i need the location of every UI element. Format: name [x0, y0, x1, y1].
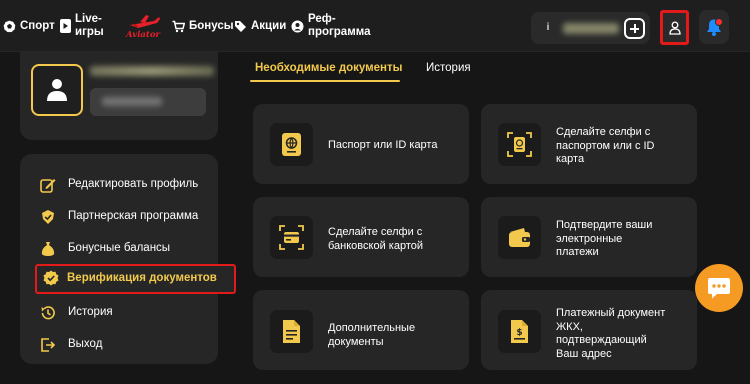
- aviator-logo-text: Aviator: [126, 30, 160, 40]
- notifications-button[interactable]: [699, 10, 729, 44]
- doc-card-selfie-bank-card[interactable]: Сделайте селфи с банковской картой: [253, 197, 469, 277]
- menu-item-edit-profile[interactable]: Редактировать профиль: [40, 174, 215, 196]
- doc-line: Сделайте селфи с: [556, 126, 651, 138]
- balance-box[interactable]: i: [531, 12, 650, 44]
- user-id-box[interactable]: [90, 88, 206, 116]
- top-bar: Спорт Live-игры Aviator Бонусы Акции Реф…: [0, 0, 750, 52]
- cart-icon: [172, 20, 185, 33]
- doc-line: Дополнительные: [328, 322, 416, 334]
- edit-icon: [40, 177, 56, 193]
- nav-referral-line2: программа: [308, 26, 371, 38]
- doc-line: паспортом или с ID: [556, 139, 655, 152]
- doc-line: ЖКХ,: [556, 320, 583, 333]
- nav-live-label: Live-игры: [75, 13, 104, 39]
- nav-sport[interactable]: Спорт: [3, 0, 55, 52]
- document-icon: [270, 310, 313, 353]
- doc-card-additional-documents[interactable]: Дополнительные документы: [253, 290, 469, 370]
- wallet-icon: [498, 216, 541, 259]
- nav-promos-label: Акции: [251, 19, 287, 32]
- nav-live-line2: игры: [75, 26, 104, 38]
- partner-icon: [40, 209, 56, 225]
- svg-text:$: $: [516, 328, 522, 338]
- user-id-hidden: [102, 97, 162, 106]
- doc-card-e-payments[interactable]: Подтвердите ваши электронные платежи: [481, 197, 697, 277]
- plus-icon[interactable]: [624, 18, 645, 39]
- avatar[interactable]: [31, 64, 83, 116]
- doc-line: Ваш адрес: [556, 347, 612, 360]
- menu-item-label: Партнерская программа: [68, 210, 199, 222]
- promo-icon: [234, 20, 247, 33]
- menu-item-label: Бонусные балансы: [68, 242, 171, 254]
- doc-line: Сделайте селфи с: [328, 226, 423, 238]
- verified-badge-icon: [43, 270, 59, 286]
- aviator-logo[interactable]: Aviator: [124, 12, 162, 42]
- menu-item-partner-program[interactable]: Партнерская программа: [40, 206, 215, 228]
- profile-button[interactable]: [660, 10, 689, 45]
- soccer-ball-icon: [3, 19, 16, 33]
- nav-sport-label: Спорт: [20, 19, 55, 32]
- user-name-hidden: [90, 66, 214, 76]
- nav-live-line1: Live-: [75, 13, 102, 25]
- history-icon: [40, 305, 56, 321]
- doc-card-text: Дополнительные документы: [328, 322, 464, 349]
- passport-icon: [270, 123, 313, 166]
- nav-promos[interactable]: Акции: [234, 0, 286, 52]
- doc-line: банковской картой: [328, 239, 423, 252]
- menu-item-history[interactable]: История: [40, 302, 215, 324]
- doc-line: карта: [556, 153, 585, 165]
- menu-item-document-verification[interactable]: Верификация документов: [35, 264, 236, 294]
- doc-card-text: Сделайте селфи с банковской картой: [328, 226, 464, 253]
- chat-button[interactable]: [695, 264, 743, 312]
- balance-value-hidden: [563, 23, 619, 34]
- menu-item-label: История: [68, 306, 113, 318]
- info-icon[interactable]: i: [541, 21, 555, 35]
- user-icon: [669, 21, 681, 35]
- menu-item-logout[interactable]: Выход: [40, 334, 215, 356]
- bill-icon: $: [498, 310, 541, 353]
- nav-live-games[interactable]: Live-игры: [60, 0, 104, 52]
- referral-icon: [291, 20, 304, 33]
- tab-required-documents[interactable]: Необходимые документы: [255, 62, 402, 74]
- doc-line: платежи: [556, 246, 599, 258]
- doc-card-text: Платежный документ ЖКХ, подтверждающий Ваш …: [556, 307, 692, 361]
- nav-referral-label: Реф-программа: [308, 13, 370, 39]
- doc-card-selfie-passport[interactable]: Сделайте селфи с паспортом или с ID карта: [481, 104, 697, 184]
- airplane-icon: [130, 15, 160, 28]
- doc-line: подтверждающий: [556, 334, 647, 346]
- nav-referral[interactable]: Реф-программа: [291, 0, 370, 52]
- doc-card-text: Сделайте селфи с паспортом или с ID карта: [556, 126, 692, 167]
- tab-active-underline: [250, 80, 400, 82]
- menu-item-label: Редактировать профиль: [68, 178, 199, 190]
- side-menu: Редактировать профиль Партнерская програ…: [20, 154, 236, 364]
- menu-item-label: Верификация документов: [67, 272, 217, 284]
- chat-icon: [708, 278, 730, 299]
- logout-icon: [40, 337, 56, 353]
- nav-bonuses-label: Бонусы: [189, 19, 234, 32]
- menu-item-label: Выход: [68, 338, 103, 350]
- doc-card-text: Подтвердите ваши электронные платежи: [556, 219, 692, 260]
- menu-item-bonus-balances[interactable]: Бонусные балансы: [40, 238, 215, 260]
- doc-line: Паспорт или ID карта: [328, 139, 438, 151]
- tab-history[interactable]: История: [426, 62, 471, 74]
- doc-card-text: Паспорт или ID карта: [328, 139, 464, 153]
- doc-card-utility-bill[interactable]: $ Платежный документ ЖКХ, подтверждающий Ва…: [481, 290, 697, 370]
- doc-card-passport[interactable]: Паспорт или ID карта: [253, 104, 469, 184]
- passport-scan-icon: [498, 123, 541, 166]
- play-icon: [60, 19, 71, 33]
- profile-card: [20, 52, 218, 140]
- doc-line: Платежный документ: [556, 307, 666, 319]
- doc-line: Подтвердите ваши: [556, 219, 653, 231]
- money-bag-icon: [40, 241, 56, 257]
- nav-referral-line1: Реф-: [308, 13, 336, 25]
- doc-line: документы: [328, 335, 384, 348]
- doc-line: электронные: [556, 232, 623, 245]
- nav-bonuses[interactable]: Бонусы: [172, 0, 234, 52]
- card-scan-icon: [270, 216, 313, 259]
- notification-dot: [715, 18, 723, 26]
- avatar-user-icon: [47, 79, 67, 101]
